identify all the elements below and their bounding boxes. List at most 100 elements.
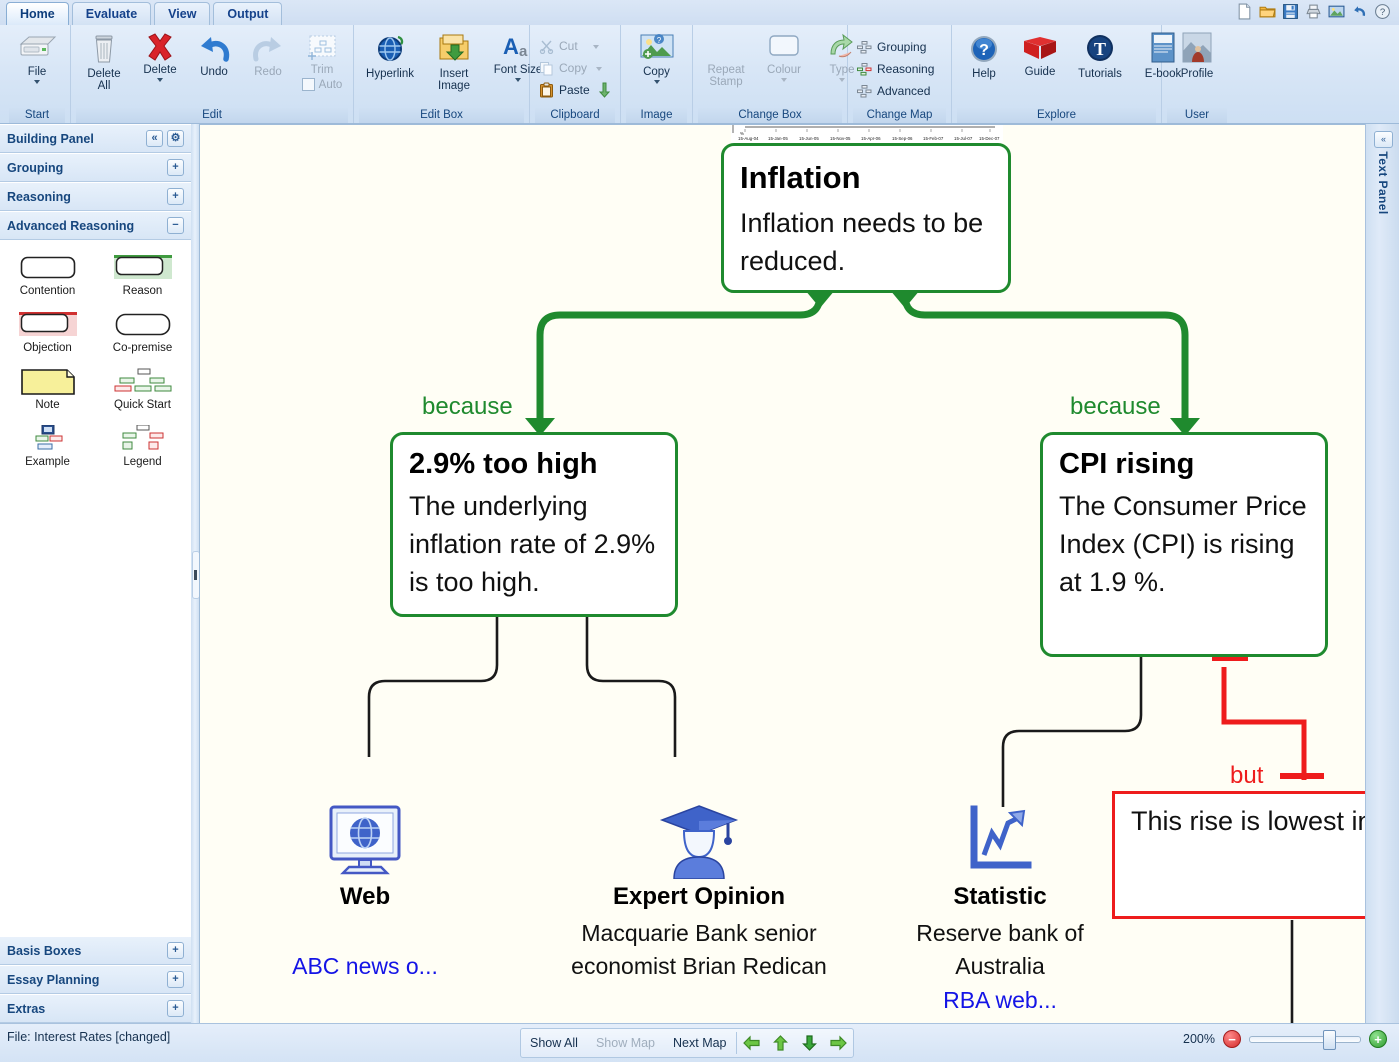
section-basis-boxes[interactable]: Basis Boxes + <box>0 936 191 965</box>
next-map-button[interactable]: Next Map <box>664 1030 736 1056</box>
file-drawer-icon <box>19 36 57 56</box>
redo-button[interactable]: Redo <box>242 29 294 79</box>
palette-item-example[interactable]: Example <box>0 421 95 478</box>
show-all-button[interactable]: Show All <box>521 1030 587 1056</box>
tab-output[interactable]: Output <box>213 2 283 25</box>
section-grouping[interactable]: Grouping + <box>0 153 191 182</box>
file-button[interactable]: File <box>10 29 64 85</box>
ribbon-group-change-box: Repeat Stamp Colour Type Change Box <box>693 25 854 123</box>
section-reasoning[interactable]: Reasoning + <box>0 182 191 211</box>
gear-icon[interactable]: ⚙ <box>167 130 184 147</box>
grouping-map-button[interactable]: Grouping <box>853 37 930 58</box>
section-basis-boxes-toggle-icon[interactable]: + <box>167 942 184 959</box>
zoom-in-button[interactable]: + <box>1369 1030 1387 1048</box>
nav-down-button[interactable] <box>795 1034 824 1052</box>
map-node-cpi-rising[interactable]: CPI rising The Consumer Price Index (CPI… <box>1040 432 1328 657</box>
palette-item-quick-start[interactable]: Quick Start <box>95 364 190 421</box>
print-icon[interactable] <box>1305 3 1322 20</box>
text-panel-collapse-icon[interactable]: « <box>1374 131 1393 148</box>
map-source-statistic[interactable]: Statistic Reserve bank of Australia RBA … <box>890 803 1110 1014</box>
map-node-too-high[interactable]: 2.9% too high The underlying inflation r… <box>390 432 678 617</box>
image-copy-caret-icon[interactable] <box>653 80 660 84</box>
palette-item-copremise[interactable]: Co-premise <box>95 307 190 364</box>
cut-button[interactable]: Cut <box>535 36 603 57</box>
collapse-panel-icon[interactable]: « <box>146 130 163 147</box>
nav-up-button[interactable] <box>766 1034 795 1052</box>
help-label: Help <box>972 68 996 80</box>
ribbon-group-change-map: Grouping Reasoning Advanced Change Map <box>848 25 952 123</box>
argument-map-canvas[interactable]: % 15-Aug-04 15-Jan-05 15-Jun-05 15-Nov-0… <box>199 124 1368 1025</box>
open-book-icon <box>1024 37 1056 59</box>
help-button[interactable]: ? Help <box>957 29 1011 81</box>
zoom-slider-thumb[interactable] <box>1323 1029 1336 1050</box>
paste-down-arrow-icon[interactable] <box>598 82 610 98</box>
map-source-web-link[interactable]: ABC news o... <box>292 953 438 980</box>
section-grouping-toggle-icon[interactable]: + <box>167 159 184 176</box>
map-node-inflation[interactable]: Inflation Inflation needs to be reduced. <box>721 143 1011 293</box>
advanced-map-button[interactable]: Advanced <box>853 81 934 102</box>
auto-trim-checkbox[interactable]: Auto <box>301 78 342 91</box>
palette-item-note[interactable]: Note <box>0 364 95 421</box>
type-caret-icon[interactable] <box>839 78 845 82</box>
profile-button[interactable]: Profile <box>1171 29 1223 81</box>
tab-evaluate[interactable]: Evaluate <box>71 2 152 25</box>
zoom-slider[interactable] <box>1249 1029 1361 1050</box>
nav-right-button[interactable] <box>824 1034 853 1052</box>
trim-label: Trim <box>310 64 334 76</box>
hyperlink-button[interactable]: Hyperlink <box>359 29 421 81</box>
left-splitter[interactable] <box>191 124 200 1023</box>
delete-caret-icon[interactable] <box>157 78 163 82</box>
section-reasoning-toggle-icon[interactable]: + <box>167 188 184 205</box>
new-document-icon[interactable] <box>1236 3 1253 20</box>
section-extras-toggle-icon[interactable]: + <box>167 1000 184 1017</box>
ribbon-group-change-map-title: Change Map <box>853 108 946 123</box>
repeat-stamp-button[interactable]: Repeat Stamp <box>698 29 754 89</box>
delete-button[interactable]: Delete <box>134 29 186 83</box>
help-icon[interactable]: ? <box>1374 3 1391 20</box>
tutorials-button[interactable]: T Tutorials <box>1069 29 1131 81</box>
reasoning-map-button[interactable]: Reasoning <box>853 59 938 80</box>
auto-trim-checkbox-box[interactable] <box>301 78 315 91</box>
map-source-web[interactable]: Web ABC news o... <box>250 803 480 980</box>
image-copy-button[interactable]: ? Copy <box>631 29 683 85</box>
trim-button[interactable]: Trim <box>296 31 348 77</box>
text-panel[interactable]: « Text Panel <box>1365 124 1399 1023</box>
copy-button[interactable]: Copy <box>535 58 606 79</box>
section-essay-planning[interactable]: Essay Planning + <box>0 965 191 994</box>
colour-caret-icon[interactable] <box>781 78 787 82</box>
section-extras[interactable]: Extras + <box>0 994 191 1023</box>
zoom-out-button[interactable]: − <box>1223 1030 1241 1048</box>
section-essay-planning-toggle-icon[interactable]: + <box>167 971 184 988</box>
section-advanced-reasoning[interactable]: Advanced Reasoning − <box>0 211 191 240</box>
file-caret-icon[interactable] <box>34 80 40 84</box>
undo-button[interactable]: Undo <box>188 29 240 79</box>
palette-item-objection[interactable]: Objection <box>0 307 95 364</box>
map-source-expert[interactable]: Expert Opinion Macquarie Bank senior eco… <box>544 803 854 987</box>
delete-all-button[interactable]: Delete All <box>76 29 132 93</box>
tab-view[interactable]: View <box>154 2 211 25</box>
palette-item-legend[interactable]: Legend <box>95 421 190 478</box>
paste-button[interactable]: Paste <box>535 80 614 101</box>
tab-home[interactable]: Home <box>6 2 69 25</box>
paste-label: Paste <box>559 83 590 97</box>
font-size-caret-icon[interactable] <box>515 78 521 82</box>
image-icon[interactable] <box>1328 3 1345 20</box>
show-map-button[interactable]: Show Map <box>587 1030 664 1056</box>
palette-item-reason[interactable]: Reason <box>95 250 190 307</box>
map-node-objection[interactable]: This rise is lowest in nearly eight year… <box>1112 791 1367 919</box>
insert-image-button[interactable]: Insert Image <box>423 29 485 93</box>
save-disk-icon[interactable] <box>1282 3 1299 20</box>
undo-icon[interactable] <box>1351 3 1368 20</box>
map-source-statistic-link[interactable]: RBA web... <box>943 987 1057 1014</box>
advanced-map-icon <box>857 84 872 97</box>
open-folder-icon[interactable] <box>1259 3 1276 20</box>
section-advanced-reasoning-toggle-icon[interactable]: − <box>167 217 184 234</box>
palette-item-contention[interactable]: Contention <box>0 250 95 307</box>
nav-left-button[interactable] <box>737 1034 766 1052</box>
guide-button[interactable]: Guide <box>1013 29 1067 79</box>
trim-icon <box>308 35 336 60</box>
copy-caret-icon[interactable] <box>596 67 603 71</box>
ribbon-tab-bar: Home Evaluate View Output ? <box>0 0 1399 26</box>
colour-button[interactable]: Colour <box>756 29 812 83</box>
cut-caret-icon[interactable] <box>592 45 599 49</box>
